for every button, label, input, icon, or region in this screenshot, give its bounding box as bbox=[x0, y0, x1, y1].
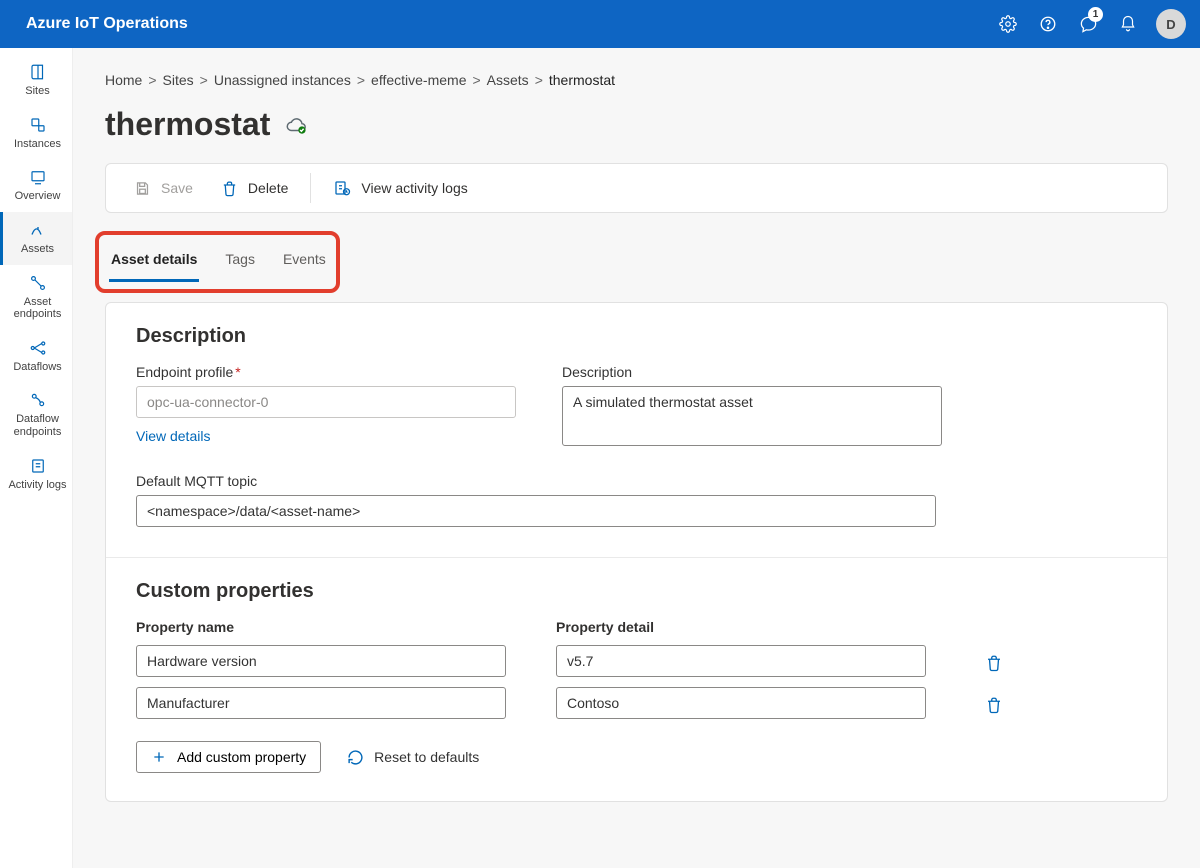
page-title-row: thermostat bbox=[105, 106, 1168, 143]
sidebar-item-asset-endpoints[interactable]: Asset endpoints bbox=[0, 265, 72, 330]
dataflow-endpoints-icon bbox=[29, 391, 47, 409]
asset-details-card: Description Endpoint profile* View detai… bbox=[105, 302, 1168, 802]
instances-icon bbox=[29, 116, 47, 134]
save-button: Save bbox=[122, 172, 205, 205]
mqtt-topic-input[interactable] bbox=[136, 495, 936, 527]
sidebar-item-label: Assets bbox=[21, 243, 54, 256]
sidebar-item-overview[interactable]: Overview bbox=[0, 159, 72, 212]
sidebar-item-label: Instances bbox=[14, 138, 61, 151]
sidebar-item-instances[interactable]: Instances bbox=[0, 107, 72, 160]
section-divider bbox=[106, 557, 1167, 558]
tab-asset-details[interactable]: Asset details bbox=[109, 241, 199, 282]
description-field: Description A simulated thermostat asset bbox=[562, 364, 942, 449]
refresh-icon bbox=[347, 749, 364, 766]
breadcrumb-link[interactable]: Assets bbox=[487, 72, 529, 88]
top-header: Azure IoT Operations 1 D bbox=[0, 0, 1200, 48]
trash-icon bbox=[985, 654, 1003, 672]
breadcrumb-link[interactable]: Unassigned instances bbox=[214, 72, 351, 88]
breadcrumb-link[interactable]: Home bbox=[105, 72, 142, 88]
overview-icon bbox=[29, 168, 47, 186]
sidebar-item-label: Overview bbox=[15, 190, 61, 203]
delete-button[interactable]: Delete bbox=[209, 172, 300, 205]
view-details-link[interactable]: View details bbox=[136, 428, 210, 444]
command-bar: Save Delete View activity logs bbox=[105, 163, 1168, 213]
reset-label: Reset to defaults bbox=[374, 749, 479, 765]
description-label: Description bbox=[562, 364, 942, 380]
help-icon[interactable] bbox=[1028, 0, 1068, 48]
assets-icon bbox=[29, 221, 47, 239]
sidebar-item-dataflows[interactable]: Dataflows bbox=[0, 330, 72, 383]
activity-log-icon bbox=[333, 179, 351, 197]
sidebar-item-label: Dataflows bbox=[13, 361, 61, 374]
property-name-input[interactable] bbox=[136, 687, 506, 719]
delete-property-button[interactable] bbox=[976, 687, 1012, 723]
delete-property-button[interactable] bbox=[976, 645, 1012, 681]
description-input[interactable]: A simulated thermostat asset bbox=[562, 386, 942, 446]
tab-tags[interactable]: Tags bbox=[223, 241, 257, 282]
tab-events[interactable]: Events bbox=[281, 241, 328, 282]
tabs-container: Asset details Tags Events bbox=[95, 231, 1168, 288]
endpoint-profile-field: Endpoint profile* View details bbox=[136, 364, 516, 444]
bell-icon[interactable] bbox=[1108, 0, 1148, 48]
sidebar-item-label: Asset endpoints bbox=[5, 296, 70, 321]
custom-properties-title: Custom properties bbox=[136, 580, 1137, 603]
property-detail-input[interactable] bbox=[556, 645, 926, 677]
property-detail-header: Property detail bbox=[556, 619, 926, 639]
breadcrumb-current: thermostat bbox=[549, 72, 615, 88]
tabs: Asset details Tags Events bbox=[101, 237, 1162, 282]
sidebar-item-activity-logs[interactable]: Activity logs bbox=[0, 448, 72, 501]
sidebar-item-sites[interactable]: Sites bbox=[0, 54, 72, 107]
dataflows-icon bbox=[29, 339, 47, 357]
notification-badge: 1 bbox=[1088, 7, 1103, 22]
description-section-title: Description bbox=[136, 325, 1137, 348]
divider bbox=[310, 173, 311, 203]
page-title: thermostat bbox=[105, 106, 270, 143]
main-content: Home> Sites> Unassigned instances> effec… bbox=[73, 48, 1200, 868]
plus-icon bbox=[151, 749, 167, 765]
sidebar-item-label: Activity logs bbox=[8, 479, 66, 492]
delete-label: Delete bbox=[248, 180, 288, 196]
breadcrumb: Home> Sites> Unassigned instances> effec… bbox=[105, 72, 1168, 88]
sidebar-item-label: Sites bbox=[25, 85, 49, 98]
mqtt-topic-label: Default MQTT topic bbox=[136, 473, 1137, 489]
property-name-input[interactable] bbox=[136, 645, 506, 677]
endpoint-profile-label: Endpoint profile* bbox=[136, 364, 516, 380]
property-detail-input[interactable] bbox=[556, 687, 926, 719]
book-icon bbox=[29, 63, 47, 81]
endpoint-profile-input bbox=[136, 386, 516, 418]
sidebar-item-assets[interactable]: Assets bbox=[0, 212, 72, 265]
mqtt-topic-field: Default MQTT topic bbox=[136, 473, 1137, 527]
cloud-check-icon bbox=[284, 114, 308, 136]
property-name-header: Property name bbox=[136, 619, 506, 639]
trash-icon bbox=[985, 696, 1003, 714]
add-custom-label: Add custom property bbox=[177, 749, 306, 765]
brand-title: Azure IoT Operations bbox=[26, 15, 188, 33]
activity-logs-icon bbox=[29, 457, 47, 475]
feedback-icon[interactable]: 1 bbox=[1068, 0, 1108, 48]
left-nav: Sites Instances Overview Assets Asset en… bbox=[0, 48, 73, 868]
add-custom-property-button[interactable]: Add custom property bbox=[136, 741, 321, 773]
activity-label: View activity logs bbox=[361, 180, 467, 196]
view-activity-logs-button[interactable]: View activity logs bbox=[321, 171, 479, 205]
asset-endpoints-icon bbox=[29, 274, 47, 292]
avatar[interactable]: D bbox=[1156, 9, 1186, 39]
save-label: Save bbox=[161, 180, 193, 196]
sidebar-item-dataflow-endpoints[interactable]: Dataflow endpoints bbox=[0, 382, 72, 447]
breadcrumb-link[interactable]: effective-meme bbox=[371, 72, 466, 88]
settings-icon[interactable] bbox=[988, 0, 1028, 48]
breadcrumb-link[interactable]: Sites bbox=[163, 72, 194, 88]
reset-to-defaults-button[interactable]: Reset to defaults bbox=[341, 748, 485, 767]
trash-icon bbox=[221, 180, 238, 197]
sidebar-item-label: Dataflow endpoints bbox=[5, 413, 70, 438]
save-icon bbox=[134, 180, 151, 197]
